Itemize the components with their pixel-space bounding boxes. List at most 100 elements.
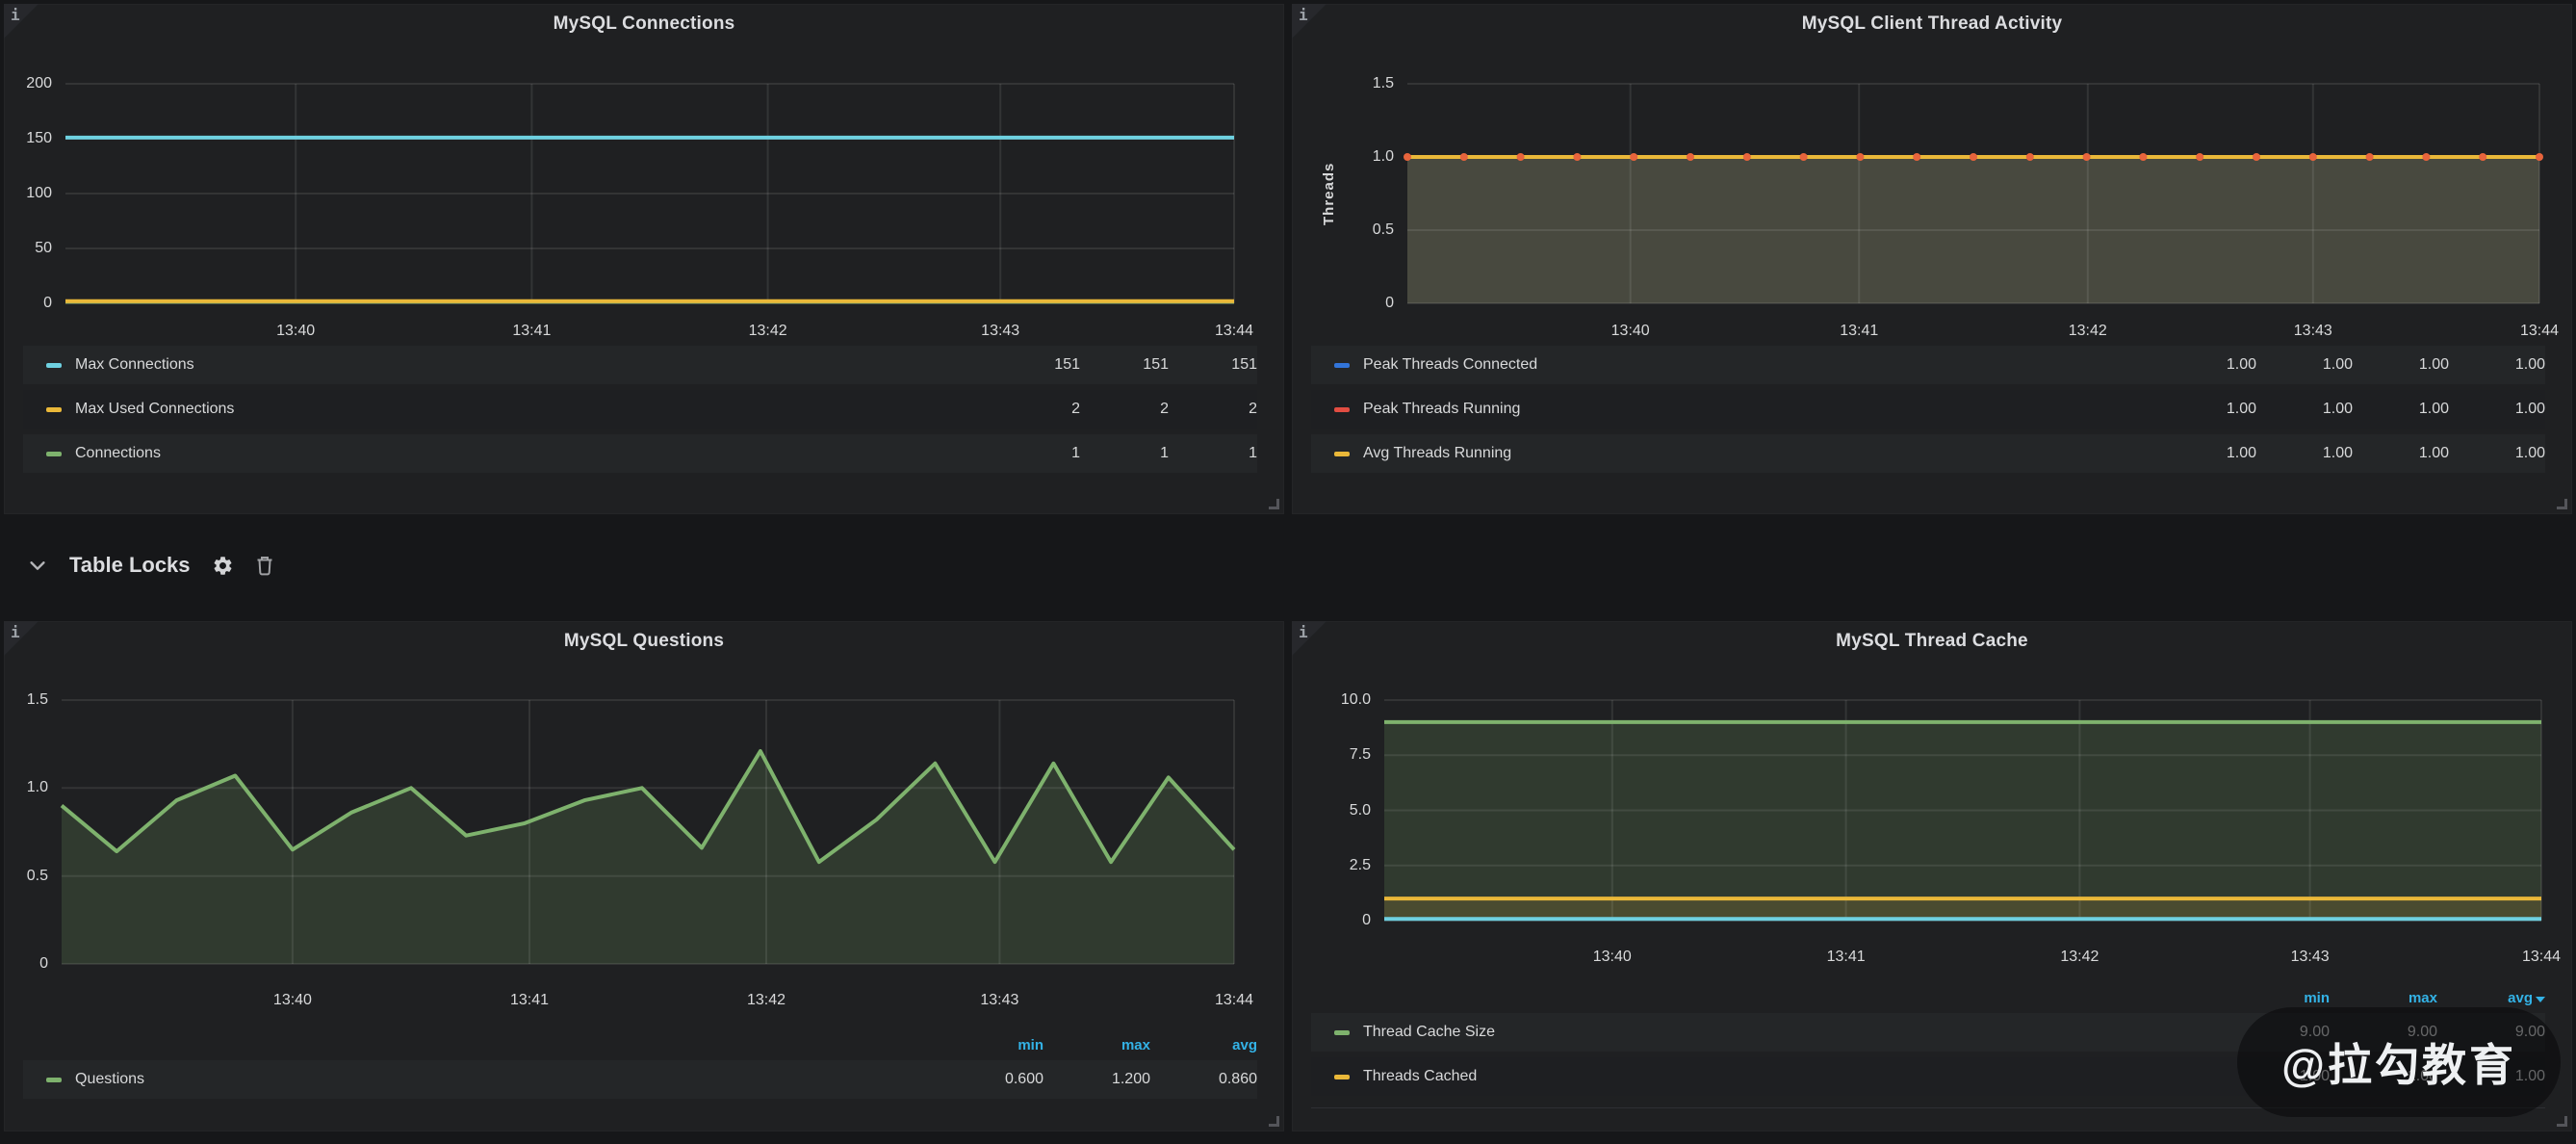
legend-header-row: minmaxavg <box>23 1033 1257 1056</box>
y-axis-tick-label: 0.5 <box>4 867 48 886</box>
legend-value: 151 <box>992 356 1080 374</box>
legend-value: 1 <box>992 445 1080 462</box>
panel-resize-handle[interactable] <box>1269 1116 1279 1127</box>
legend-value: 1.00 <box>2160 445 2256 462</box>
y-axis-tick-label: 200 <box>4 74 52 93</box>
legend-series-swatch-icon[interactable] <box>46 407 62 412</box>
panel-title[interactable]: MySQL Connections <box>4 13 1284 35</box>
legend-value: 2 <box>1169 401 1257 418</box>
legend-header-row: minmaxavg <box>1311 986 2545 1009</box>
y-axis-label: Threads <box>1321 84 1337 303</box>
legend-series-swatch-icon[interactable] <box>1334 452 1350 456</box>
info-icon: i <box>1299 6 1308 24</box>
y-axis-tick-label: 1.0 <box>1292 147 1394 167</box>
legend-series-label[interactable]: Threads Cached <box>1363 1068 1477 1085</box>
legend-value: 151 <box>1080 356 1169 374</box>
x-axis-tick-label: 13:43 <box>2294 322 2332 341</box>
legend-header-avg[interactable]: avg <box>1150 1037 1257 1053</box>
legend-series-label[interactable]: Max Used Connections <box>75 401 234 418</box>
legend-value: 0.860 <box>1150 1071 1257 1088</box>
legend-value: 1.00 <box>2353 356 2449 374</box>
section-collapse-chevron-icon[interactable] <box>27 555 48 576</box>
legend-value: 1.00 <box>2353 401 2449 418</box>
legend-header-min[interactable]: min <box>2222 990 2330 1006</box>
legend-series-swatch-icon[interactable] <box>46 363 62 368</box>
dashboard-row-bottom: i MySQL Questions 00.51.01.513:4013:4113… <box>4 621 2572 1131</box>
section-delete-trash-icon[interactable] <box>255 555 274 576</box>
legend-series-swatch-icon[interactable] <box>46 452 62 456</box>
x-axis-tick-label: 13:40 <box>1611 322 1650 341</box>
legend-series-label[interactable]: Avg Threads Running <box>1363 445 1511 462</box>
section-row-table-locks: Table Locks <box>4 532 274 599</box>
sort-caret-icon <box>2536 997 2545 1002</box>
legend-series-swatch-icon[interactable] <box>1334 363 1350 368</box>
y-axis-tick-label: 1.0 <box>4 778 48 797</box>
legend-row: Max Used Connections222 <box>23 390 1257 429</box>
legend-row: Peak Threads Running1.001.001.001.00 <box>1311 390 2545 429</box>
legend-series-swatch-icon[interactable] <box>1334 407 1350 412</box>
y-axis-tick-label: 50 <box>4 239 52 258</box>
x-axis-tick-label: 13:40 <box>273 991 312 1010</box>
panel-mysql-questions: i MySQL Questions 00.51.01.513:4013:4113… <box>4 621 1284 1131</box>
legend-value: 1 <box>1080 445 1169 462</box>
chart-mysql-client-thread-activity[interactable] <box>1407 84 2539 303</box>
legend-value: 1.00 <box>2256 356 2353 374</box>
legend-series-swatch-icon[interactable] <box>1334 1030 1350 1035</box>
y-axis-tick-label: 1.5 <box>4 690 48 710</box>
legend-row: Questions 0.6001.2000.860 <box>23 1060 1257 1099</box>
panel-resize-handle[interactable] <box>1269 499 1279 509</box>
watermark-badge: @拉勾教育 <box>2237 1007 2561 1117</box>
x-axis-tick-label: 13:44 <box>2522 948 2561 967</box>
x-axis-tick-label: 13:44 <box>1215 322 1253 341</box>
y-axis-tick-label: 0 <box>4 954 48 974</box>
x-axis-tick-label: 13:41 <box>1840 322 1878 341</box>
chart-mysql-thread-cache[interactable] <box>1384 700 2541 921</box>
panel-resize-handle[interactable] <box>2557 499 2567 509</box>
legend-value: 1.00 <box>2353 445 2449 462</box>
legend-series-label[interactable]: Thread Cache Size <box>1363 1024 1495 1041</box>
legend-header-avg[interactable]: avg <box>2437 990 2545 1006</box>
legend-series-label[interactable]: Questions <box>75 1071 144 1088</box>
x-axis-tick-label: 13:42 <box>747 991 786 1010</box>
section-settings-gear-icon[interactable] <box>212 555 234 577</box>
legend-series-label[interactable]: Peak Threads Connected <box>1363 356 1537 374</box>
panel-title[interactable]: MySQL Client Thread Activity <box>1292 13 2572 35</box>
legend-row: Peak Threads Connected1.001.001.001.00 <box>1311 346 2545 384</box>
legend-series-label[interactable]: Connections <box>75 445 161 462</box>
legend-value: 1.00 <box>2160 401 2256 418</box>
legend-value: 1.00 <box>2256 445 2353 462</box>
panel-resize-handle[interactable] <box>2557 1116 2567 1127</box>
legend-header-max[interactable]: max <box>1043 1037 1150 1053</box>
panel-title[interactable]: MySQL Questions <box>4 631 1284 652</box>
legend-value: 1.200 <box>1043 1071 1150 1088</box>
legend-value: 0.600 <box>937 1071 1043 1088</box>
section-title[interactable]: Table Locks <box>69 553 191 578</box>
panel-mysql-connections: i MySQL Connections 05010015020013:4013:… <box>4 4 1284 514</box>
legend-header-min[interactable]: min <box>937 1037 1043 1053</box>
legend-series-swatch-icon[interactable] <box>1334 1075 1350 1079</box>
watermark-text: @拉勾教育 <box>2281 1030 2516 1094</box>
y-axis-tick-label: 10.0 <box>1292 690 1371 710</box>
panel-title[interactable]: MySQL Thread Cache <box>1292 631 2572 652</box>
x-axis-tick-label: 13:42 <box>2069 322 2107 341</box>
chart-mysql-questions[interactable] <box>62 700 1234 964</box>
info-icon: i <box>11 6 20 24</box>
x-axis-tick-label: 13:40 <box>1593 948 1632 967</box>
y-axis-tick-label: 150 <box>4 129 52 148</box>
x-axis-tick-label: 13:43 <box>980 991 1018 1010</box>
legend-value: 2 <box>1080 401 1169 418</box>
legend-value: 151 <box>1169 356 1257 374</box>
legend-series-label[interactable]: Peak Threads Running <box>1363 401 1520 418</box>
y-axis-tick-label: 100 <box>4 184 52 203</box>
legend-value: 1.00 <box>2449 445 2545 462</box>
x-axis-tick-label: 13:40 <box>276 322 315 341</box>
y-axis-tick-label: 1.5 <box>1292 74 1394 93</box>
legend-header-max[interactable]: max <box>2330 990 2437 1006</box>
legend-value: 1.00 <box>2256 401 2353 418</box>
legend-series-label[interactable]: Max Connections <box>75 356 194 374</box>
panel-mysql-client-thread-activity: i MySQL Client Thread Activity Threads 0… <box>1292 4 2572 514</box>
chart-mysql-connections[interactable] <box>65 84 1234 303</box>
legend-row: Connections111 <box>23 434 1257 473</box>
y-axis-tick-label: 5.0 <box>1292 801 1371 820</box>
legend-series-swatch-icon[interactable] <box>46 1078 62 1082</box>
